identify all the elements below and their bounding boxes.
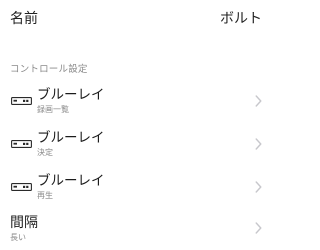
interval-label: 間隔: [10, 215, 38, 231]
control-item-action: 再生: [37, 191, 53, 200]
control-item-1[interactable]: ブルーレイ 録画一覧: [0, 85, 270, 125]
chevron-right-icon: [255, 181, 262, 193]
remote-device-icon: [11, 140, 32, 148]
chevron-right-icon: [255, 95, 262, 107]
remote-device-icon: [11, 183, 32, 191]
interval-value: 長い: [10, 233, 26, 242]
control-item-3[interactable]: ブルーレイ 再生: [0, 171, 270, 211]
name-row[interactable]: 名前 ボルト: [0, 0, 270, 42]
name-value: ボルト: [220, 11, 262, 27]
control-item-2[interactable]: ブルーレイ 決定: [0, 128, 270, 168]
control-item-label: ブルーレイ: [37, 173, 105, 189]
control-settings-header: コントロール設定: [10, 64, 88, 75]
remote-device-icon: [11, 97, 32, 105]
control-item-label: ブルーレイ: [37, 87, 105, 103]
chevron-right-icon: [255, 138, 262, 150]
control-item-label: ブルーレイ: [37, 130, 105, 146]
interval-row[interactable]: 間隔 長い: [0, 210, 270, 250]
control-item-action: 決定: [37, 148, 53, 157]
name-label: 名前: [10, 11, 38, 27]
chevron-right-icon: [255, 222, 262, 234]
control-item-action: 録画一覧: [37, 105, 69, 114]
